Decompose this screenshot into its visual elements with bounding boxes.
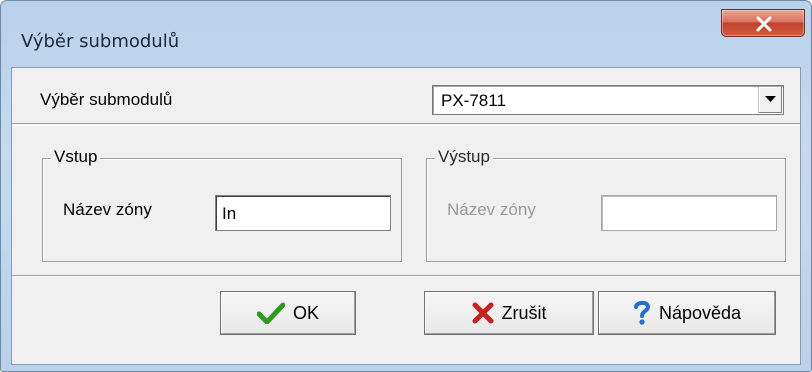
check-icon [256,302,286,325]
cancel-button-label: Zrušit [501,302,547,323]
input-zone-label: Název zóny [63,200,152,219]
input-zone-field[interactable]: In [215,195,391,231]
output-zone-field[interactable] [601,195,777,231]
close-icon [756,16,772,32]
close-button[interactable] [721,9,805,37]
dialog-window: Výběr submodulů Výběr submodulů PX-7811 … [0,0,812,372]
help-button-label: Nápověda [658,302,742,323]
divider [12,125,800,126]
ok-button[interactable]: OK [220,291,356,335]
ok-button-label: OK [292,302,319,323]
input-groupbox: Vstup Název zóny In [42,147,402,262]
output-zone-label: Název zóny [447,200,536,219]
cancel-button[interactable]: Zrušit [424,291,594,335]
submodule-value: PX-7811 [441,91,506,110]
window-title: Výběr submodulů [21,31,180,52]
divider [12,276,800,277]
output-group-legend: Výstup [435,147,493,167]
submodule-row: Výběr submodulů PX-7811 [12,68,800,124]
chevron-down-icon [765,96,776,102]
submodule-label: Výběr submodulů [40,90,173,109]
submodule-combobox[interactable]: PX-7811 [432,85,784,115]
cross-icon [472,302,494,324]
dialog-body: Výběr submodulů PX-7811 Vstup Název zóny… [11,67,801,365]
help-button[interactable]: Nápověda [598,291,776,335]
output-groupbox: Výstup Název zóny [426,147,786,262]
combobox-dropdown-button[interactable] [758,87,782,113]
input-zone-value: In [222,204,237,223]
question-icon [633,300,651,326]
title-bar[interactable]: Výběr submodulů [1,1,811,67]
input-group-legend: Vstup [51,147,101,167]
